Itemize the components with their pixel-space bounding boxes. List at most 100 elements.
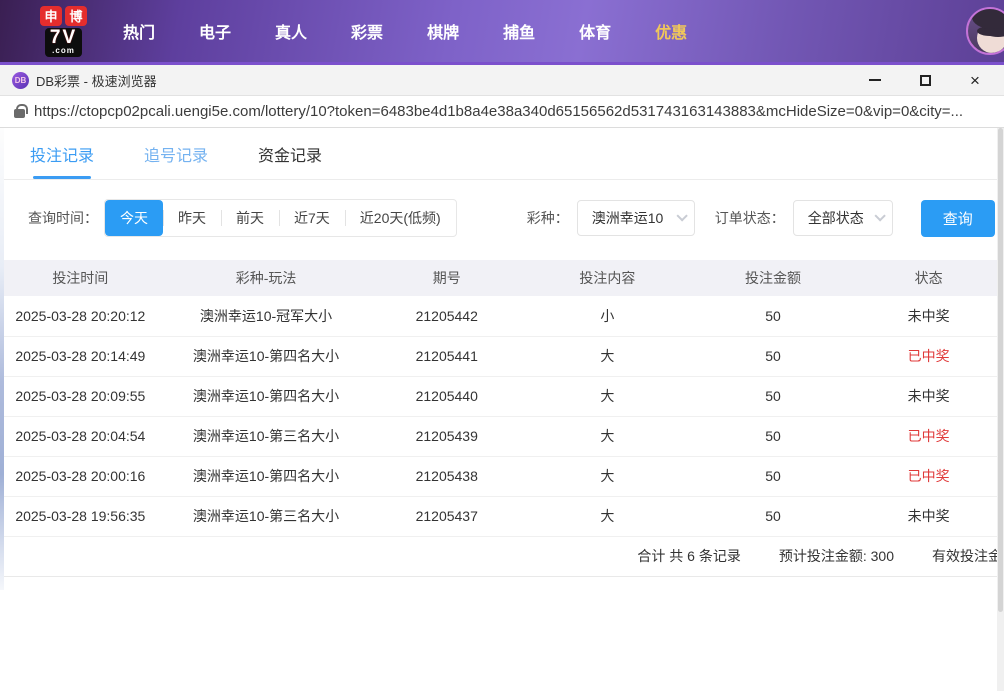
- window-controls: ×: [864, 69, 992, 91]
- column-header: 状态: [914, 270, 943, 286]
- close-button[interactable]: ×: [964, 69, 986, 91]
- cell-amount: 50: [765, 388, 781, 404]
- cell-content: 大: [600, 428, 615, 444]
- status-select-value: 全部状态: [807, 210, 864, 226]
- cell-time: 2025-03-28 20:14:49: [15, 348, 146, 364]
- cell-game: 澳洲幸运10-第三名大小: [192, 428, 340, 444]
- nav-item[interactable]: 棋牌: [427, 19, 459, 43]
- cell-game: 澳洲幸运10-第四名大小: [192, 388, 340, 404]
- time-filter-label: 查询时间：: [28, 210, 98, 226]
- site-nav: 热门 电子 真人 彩票 棋牌 捕鱼 体育 优惠: [123, 19, 687, 43]
- site-header: 申 博 7V .com 热门 电子 真人 彩票 棋牌 捕鱼 体育 优惠: [0, 0, 1004, 62]
- logo-mark: 7V .com: [44, 26, 83, 57]
- logo-badge-bo: 博: [65, 5, 87, 26]
- vertical-scrollbar[interactable]: [997, 128, 1004, 691]
- maximize-button[interactable]: [914, 69, 936, 91]
- table-row: 2025-03-28 20:20:12 澳洲幸运10-冠军大小 21205442 小 5…: [0, 296, 1004, 336]
- cell-issue: 21205440: [415, 388, 478, 404]
- record-tabs: 投注记录 追号记录 资金记录: [0, 128, 1004, 180]
- chevron-down-icon: [874, 210, 886, 222]
- lottery-select-value: 澳洲幸运10: [591, 210, 664, 226]
- time-option[interactable]: 前天: [221, 200, 279, 236]
- column-header: 投注内容: [579, 270, 636, 286]
- page-content: 投注记录 追号记录 资金记录 查询时间： 今天 昨天 前天 近7天 近20天(低频) 彩种：…: [0, 128, 1004, 691]
- user-avatar[interactable]: [966, 7, 1004, 55]
- cell-content: 大: [600, 388, 615, 404]
- table-header-row: 投注时间 彩种-玩法 期号 投注内容 投注金额 状态: [0, 260, 1004, 296]
- filter-bar: 查询时间： 今天 昨天 前天 近7天 近20天(低频) 彩种： 澳洲幸运10 订单状态：…: [0, 199, 1004, 237]
- cell-game: 澳洲幸运10-第四名大小: [192, 348, 340, 364]
- left-edge-strip: [0, 128, 4, 590]
- cell-amount: 50: [765, 348, 781, 364]
- lottery-select[interactable]: 澳洲幸运10: [576, 200, 695, 236]
- time-option[interactable]: 昨天: [163, 200, 221, 236]
- cell-amount: 50: [765, 428, 781, 444]
- table-row: 2025-03-28 20:04:54 澳洲幸运10-第三名大小 21205439 大…: [0, 416, 1004, 456]
- summary-valid-amount: 有效投注金额: [932, 548, 1004, 564]
- cell-issue: 21205437: [415, 508, 478, 524]
- scrollbar-thumb[interactable]: [998, 128, 1003, 613]
- summary-row: 合计 共 6 条记录 预计投注金额: 300 有效投注金额: [0, 537, 1004, 577]
- window-titlebar[interactable]: DB DB彩票 - 极速浏览器 ×: [0, 65, 1004, 95]
- nav-item[interactable]: 彩票: [351, 19, 383, 43]
- cell-game: 澳洲幸运10-冠军大小: [199, 307, 333, 324]
- minimize-button[interactable]: [864, 69, 886, 91]
- column-header: 投注时间: [52, 270, 109, 286]
- column-header: 期号: [432, 270, 461, 286]
- bet-records-table: 投注时间 彩种-玩法 期号 投注内容 投注金额 状态 2025-03-28 20:20:1…: [0, 260, 1004, 537]
- summary-total: 合计 共 6 条记录: [637, 548, 741, 564]
- table-row: 2025-03-28 20:14:49 澳洲幸运10-第四名大小 21205441 大…: [0, 336, 1004, 376]
- cell-status: 已中奖: [907, 468, 950, 484]
- logo-badge-shen: 申: [40, 5, 62, 26]
- order-status-select[interactable]: 全部状态: [792, 200, 893, 236]
- time-option[interactable]: 近20天(低频): [344, 200, 456, 236]
- nav-item[interactable]: 捕鱼: [503, 19, 535, 43]
- window-favicon-icon: DB: [12, 71, 29, 89]
- table-row: 2025-03-28 20:00:16 澳洲幸运10-第四名大小 21205438 大…: [0, 456, 1004, 496]
- logo-7v-text: 7V: [49, 26, 78, 48]
- nav-item[interactable]: 优惠: [655, 19, 687, 43]
- nav-item[interactable]: 电子: [199, 19, 231, 43]
- logo-com-text: .com: [52, 45, 75, 55]
- cell-content: 小: [600, 307, 615, 324]
- url-bar[interactable]: https://ctopcp02pcali.uengi5e.com/lotter…: [0, 95, 1004, 128]
- cell-issue: 21205442: [415, 307, 478, 324]
- column-header: 彩种-玩法: [235, 270, 297, 286]
- chevron-down-icon: [676, 210, 688, 222]
- logo-badges: 申 博: [40, 5, 87, 26]
- tab-2[interactable]: 资金记录: [258, 128, 322, 179]
- cell-status: 已中奖: [907, 348, 950, 364]
- cell-time: 2025-03-28 20:20:12: [15, 307, 146, 324]
- cell-content: 大: [600, 468, 615, 484]
- cell-time: 2025-03-28 20:00:16: [15, 468, 146, 484]
- cell-status: 已中奖: [907, 428, 950, 444]
- status-filter-label: 订单状态：: [714, 210, 785, 226]
- cell-time: 2025-03-28 20:04:54: [15, 428, 146, 444]
- summary-expected-amount: 预计投注金额: 300: [778, 548, 894, 564]
- window-title: DB彩票 - 极速浏览器: [36, 73, 157, 89]
- time-option[interactable]: 近7天: [279, 200, 345, 236]
- cell-game: 澳洲幸运10-第三名大小: [192, 508, 340, 524]
- cell-content: 大: [600, 348, 615, 364]
- cell-time: 2025-03-28 20:09:55: [15, 388, 146, 404]
- column-header: 投注金额: [745, 270, 802, 286]
- cell-amount: 50: [765, 307, 781, 324]
- cell-issue: 21205438: [415, 468, 478, 484]
- cell-game: 澳洲幸运10-第四名大小: [192, 468, 340, 484]
- tab-1[interactable]: 追号记录: [144, 128, 208, 179]
- search-button[interactable]: 查询: [920, 199, 995, 237]
- time-option[interactable]: 今天: [105, 200, 163, 236]
- cell-status: 未中奖: [907, 307, 950, 324]
- table-row: 2025-03-28 19:56:35 澳洲幸运10-第三名大小 21205437 大…: [0, 496, 1004, 536]
- nav-item[interactable]: 热门: [123, 19, 155, 43]
- cell-status: 未中奖: [907, 508, 950, 524]
- url-text[interactable]: https://ctopcp02pcali.uengi5e.com/lotter…: [34, 103, 963, 120]
- nav-item[interactable]: 真人: [275, 19, 307, 43]
- cell-status: 未中奖: [907, 388, 950, 404]
- lottery-filter-label: 彩种：: [526, 210, 569, 226]
- cell-issue: 21205441: [415, 348, 478, 364]
- browser-window: DB DB彩票 - 极速浏览器 × https://ctopcp02pcali.…: [0, 62, 1004, 692]
- nav-item[interactable]: 体育: [579, 19, 611, 43]
- tab-0[interactable]: 投注记录: [30, 128, 94, 179]
- site-logo[interactable]: 申 博 7V .com: [40, 5, 87, 57]
